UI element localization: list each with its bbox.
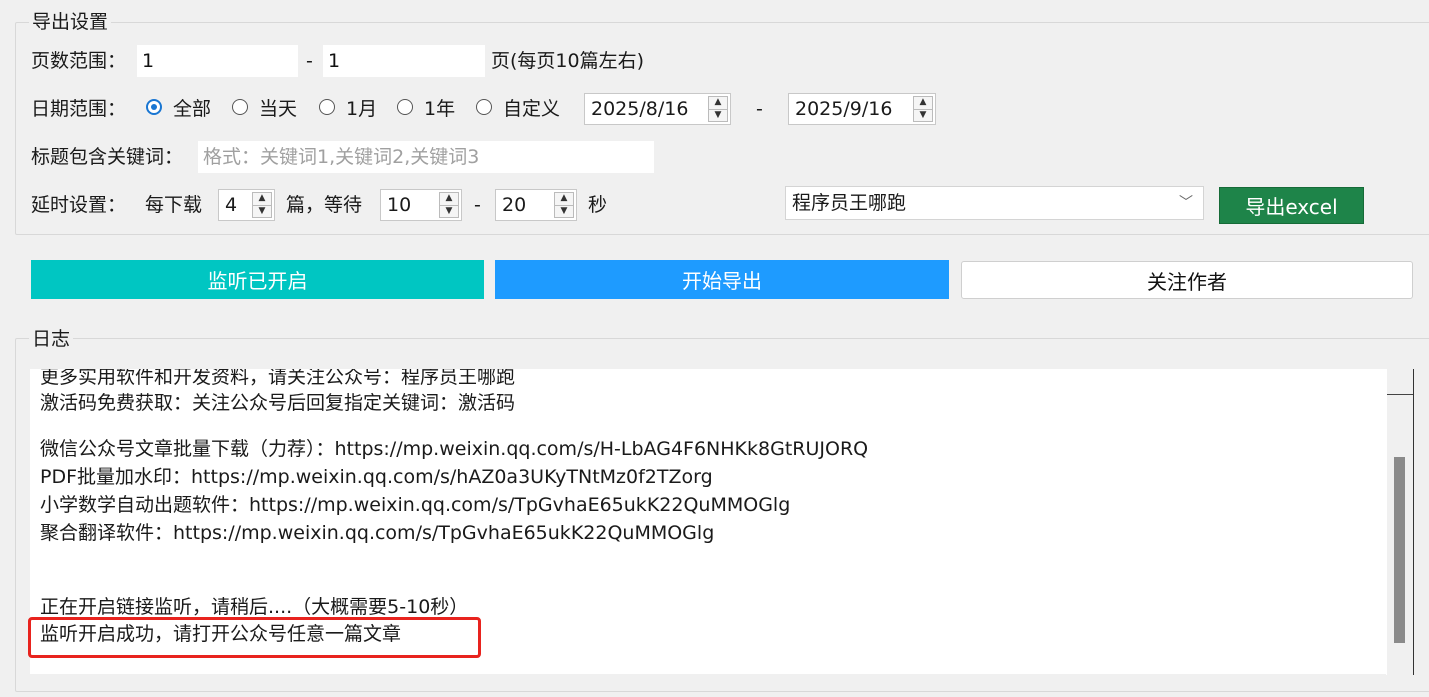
page-range-dash: - [306,50,313,72]
start-date-spinner[interactable]: ▲ ▼ [708,96,728,122]
monitor-button[interactable]: 监听已开启 [31,260,484,299]
radio-custom[interactable] [476,99,492,115]
delay-min-value: 10 [387,194,412,216]
radio-all[interactable] [146,99,162,115]
page-range-suffix: 页(每页10篇左右) [491,50,645,72]
date-range-dash: - [756,98,763,120]
log-line: 激活码免费获取：关注公众号后回复指定关键词：激活码 [40,392,516,414]
scrollbar-top-line [1387,394,1413,395]
delay-max-spinner[interactable]: 20 ▲ ▼ [495,189,577,221]
keywords-label: 标题包含关键词： [31,146,184,168]
log-scrollbar[interactable] [1386,369,1414,675]
account-select[interactable]: 程序员王哪跑 ﹀ [785,186,1204,220]
delay-dash: - [474,194,481,216]
spin-up-icon[interactable]: ▲ [914,97,932,110]
radio-1-year[interactable] [397,99,413,115]
spin-down-icon[interactable]: ▼ [709,110,727,122]
download-count-arrows[interactable]: ▲ ▼ [252,192,272,218]
delay-max-arrows[interactable]: ▲ ▼ [554,192,574,218]
per-download-label: 每下载 [145,194,203,216]
log-line: 聚合翻译软件：https://mp.weixin.qq.com/s/TpGvha… [40,522,715,544]
log-line: 微信公众号文章批量下载（力荐）：https://mp.weixin.qq.com… [40,438,869,460]
radio-today[interactable] [232,99,248,115]
spin-down-icon[interactable]: ▼ [555,206,573,218]
radio-1-month[interactable] [319,99,335,115]
end-date-picker[interactable]: 2025/9/16 ▲ ▼ [788,93,936,125]
end-date-spinner[interactable]: ▲ ▼ [913,96,933,122]
log-line: 更多实用软件和开发资料，请关注公众号：程序员王哪跑 [40,369,516,388]
delay-unit: 秒 [588,194,608,216]
spin-up-icon[interactable]: ▲ [709,97,727,110]
keywords-input[interactable] [198,141,654,173]
export-excel-button[interactable]: 导出excel [1219,187,1364,224]
spin-up-icon[interactable]: ▲ [555,193,573,206]
account-select-value: 程序员王哪跑 [792,192,907,214]
download-count-value: 4 [225,194,238,216]
log-line: 小学数学自动出题软件：https://mp.weixin.qq.com/s/Tp… [40,494,791,516]
spin-down-icon[interactable]: ▼ [440,206,458,218]
log-legend: 日志 [29,328,74,350]
radio-1-year-label[interactable]: 1年 [424,96,455,122]
end-date-value: 2025/9/16 [795,98,893,120]
log-line: PDF批量加水印：https://mp.weixin.qq.com/s/hAZ0… [40,466,713,488]
chevron-down-icon: ﹀ [1179,195,1193,211]
spin-up-icon[interactable]: ▲ [253,193,271,206]
export-settings-legend: 导出设置 [29,11,112,33]
download-count-spinner[interactable]: 4 ▲ ▼ [218,189,275,221]
wait-label: 篇，等待 [286,194,363,216]
follow-author-button[interactable]: 关注作者 [961,261,1413,299]
start-date-picker[interactable]: 2025/8/16 ▲ ▼ [584,93,731,125]
spin-down-icon[interactable]: ▼ [253,206,271,218]
start-date-value: 2025/8/16 [591,98,689,120]
spin-up-icon[interactable]: ▲ [440,193,458,206]
scrollbar-thumb[interactable] [1394,457,1405,643]
start-export-button[interactable]: 开始导出 [495,260,949,299]
page-from-input[interactable] [137,45,298,77]
radio-all-label[interactable]: 全部 [173,96,211,122]
success-message-highlight [28,617,481,658]
delay-min-arrows[interactable]: ▲ ▼ [439,192,459,218]
radio-custom-label[interactable]: 自定义 [503,96,560,122]
delay-max-value: 20 [502,194,527,216]
delay-min-spinner[interactable]: 10 ▲ ▼ [380,189,462,221]
radio-today-label[interactable]: 当天 [259,96,297,122]
date-range-label: 日期范围： [31,98,127,120]
page-range-label: 页数范围： [31,50,127,72]
radio-1-month-label[interactable]: 1月 [346,96,377,122]
spin-down-icon[interactable]: ▼ [914,110,932,122]
delay-label: 延时设置： [31,194,127,216]
page-to-input[interactable] [323,45,485,77]
